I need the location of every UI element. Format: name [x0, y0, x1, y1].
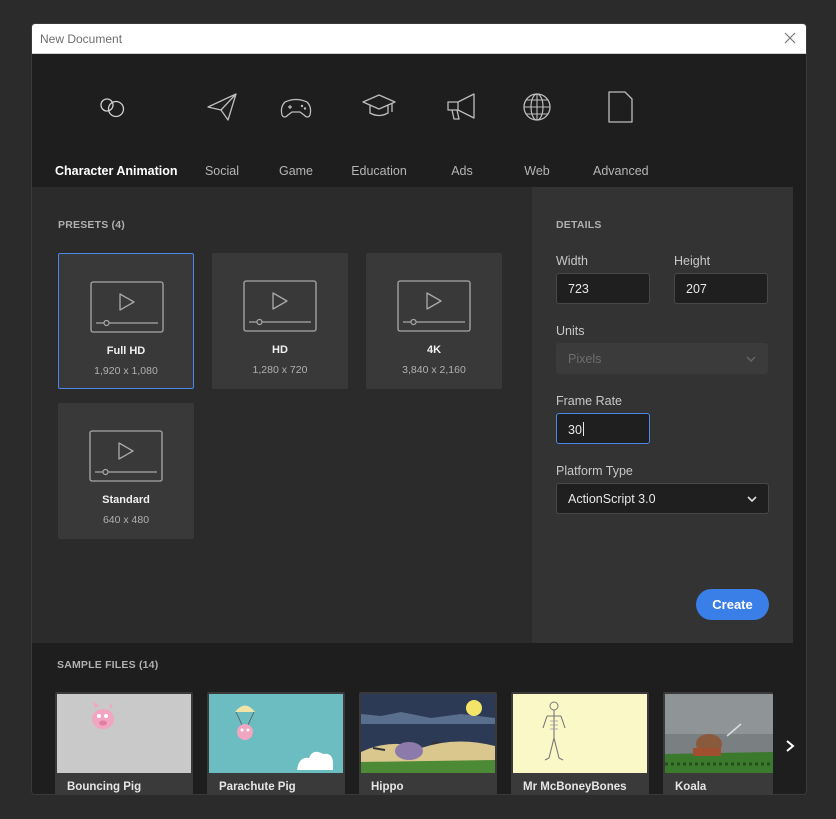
tab-web[interactable]: Web: [518, 84, 556, 178]
sample-thumbnail: [57, 694, 191, 773]
presets-heading: PRESETS (4): [58, 219, 125, 231]
gamepad-icon: [280, 98, 312, 118]
preset-dimensions: 1,920 x 1,080: [94, 365, 158, 377]
preset-full-hd[interactable]: Full HD 1,920 x 1,080: [58, 253, 194, 389]
tab-label: Ads: [451, 164, 473, 178]
tab-advanced[interactable]: Advanced: [593, 84, 649, 178]
graduation-cap-icon: [362, 94, 396, 117]
chevron-down-icon: [747, 496, 757, 503]
units-select: Pixels: [556, 343, 768, 374]
width-input[interactable]: 723: [556, 273, 650, 304]
sample-files-heading: SAMPLE FILES (14): [57, 659, 159, 671]
title-bar: New Document: [32, 24, 806, 54]
dialog-body: Character Animation Social Game Educatio: [32, 54, 806, 794]
preset-name: 4K: [426, 344, 442, 356]
preset-name: Full HD: [106, 345, 146, 357]
preset-dimensions: 1,280 x 720: [252, 364, 308, 376]
paper-plane-icon: [207, 93, 237, 121]
details-heading: DETAILS: [556, 219, 602, 231]
megaphone-icon: [447, 93, 475, 120]
sample-thumbnail: [513, 694, 647, 773]
height-input[interactable]: 207: [674, 273, 768, 304]
create-button[interactable]: Create: [696, 589, 769, 620]
chevron-down-icon: [746, 356, 756, 363]
character-animation-icon: [100, 98, 125, 118]
preset-dimensions: 640 x 480: [102, 514, 150, 526]
preset-standard[interactable]: Standard 640 x 480: [58, 403, 194, 539]
sample-name: Bouncing Pig: [67, 781, 142, 793]
tab-ads[interactable]: Ads: [443, 84, 481, 178]
preset-4k[interactable]: 4K 3,840 x 2,160: [366, 253, 502, 389]
height-value: 207: [686, 282, 707, 296]
preset-hd[interactable]: HD 1,280 x 720: [212, 253, 348, 389]
sample-name: Mr McBoneyBones: [523, 781, 627, 793]
text-cursor: [582, 422, 584, 436]
frame-rate-value: 30: [568, 423, 582, 437]
sample-thumbnail: [209, 694, 343, 773]
frame-rate-input[interactable]: 30: [556, 413, 650, 444]
sample-name: Koala: [675, 781, 707, 793]
globe-icon: [523, 93, 551, 121]
tab-label: Education: [351, 164, 407, 178]
platform-type-value: ActionScript 3.0: [568, 492, 656, 506]
video-preset-icon: [90, 281, 164, 333]
width-value: 723: [568, 282, 589, 296]
sample-file-koala[interactable]: Koala: [663, 692, 773, 794]
sample-file-bouncing-pig[interactable]: Bouncing Pig: [55, 692, 193, 794]
tab-education[interactable]: Education: [350, 84, 408, 178]
tab-label: Advanced: [593, 164, 649, 178]
preset-name: HD: [272, 344, 288, 356]
document-icon: [608, 91, 633, 123]
video-preset-icon: [243, 280, 317, 332]
tab-label: Social: [204, 164, 240, 178]
tab-label: Game: [278, 164, 314, 178]
preset-dimensions: 3,840 x 2,160: [402, 364, 466, 376]
tab-social[interactable]: Social: [199, 84, 245, 178]
height-label: Height: [674, 254, 711, 268]
dialog-title: New Document: [40, 32, 123, 46]
details-panel: DETAILS Width 723 Height 207 Units Pixel…: [532, 187, 793, 643]
sample-name: Hippo: [371, 781, 404, 793]
tab-label: Web: [524, 164, 550, 178]
width-label: Width: [556, 254, 588, 268]
platform-type-label: Platform Type: [556, 464, 633, 478]
new-document-dialog: New Document Character Animation Social: [31, 23, 807, 795]
sample-thumbnail: [665, 694, 773, 773]
units-value: Pixels: [568, 352, 602, 366]
tab-game[interactable]: Game: [272, 84, 320, 178]
close-icon[interactable]: [782, 30, 798, 46]
video-preset-icon: [397, 280, 471, 332]
sample-name: Parachute Pig: [219, 781, 296, 793]
tab-character-animation[interactable]: Character Animation: [55, 84, 177, 192]
sample-thumbnail: [361, 694, 495, 773]
tab-label: Character Animation: [55, 164, 178, 178]
presets-panel: PRESETS (4) Full HD 1,920 x 1,080 HD 1,2…: [32, 187, 532, 643]
units-label: Units: [556, 324, 585, 338]
frame-rate-label: Frame Rate: [556, 394, 622, 408]
preset-name: Standard: [102, 494, 150, 506]
sample-file-mr-mcboneybones[interactable]: Mr McBoneyBones: [511, 692, 649, 794]
chevron-right-icon[interactable]: [783, 738, 797, 754]
platform-type-select[interactable]: ActionScript 3.0: [556, 483, 769, 514]
sample-file-hippo[interactable]: Hippo: [359, 692, 497, 794]
sample-file-parachute-pig[interactable]: Parachute Pig: [207, 692, 345, 794]
video-preset-icon: [89, 430, 163, 482]
